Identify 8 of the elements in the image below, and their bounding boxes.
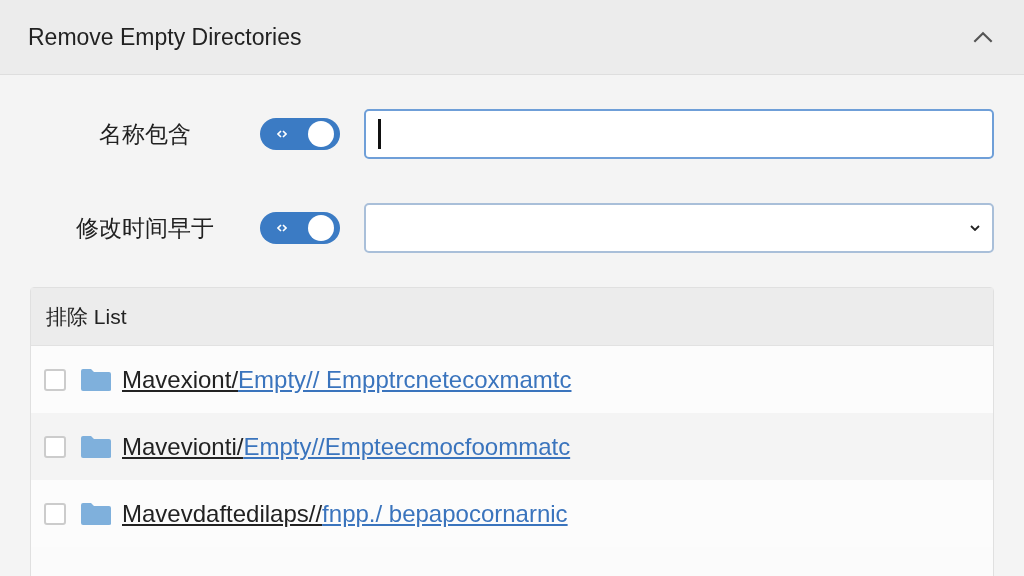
- filter-label: 修改时间早于: [75, 213, 215, 243]
- filter-label: 名称包含: [98, 119, 192, 149]
- path-link[interactable]: fnpp./ bepapocornarnic: [322, 499, 568, 527]
- panel-title: Remove Empty Directories: [28, 23, 302, 51]
- path-link[interactable]: Empty//Empteecmocfoommatc: [243, 432, 571, 460]
- list-title: 排除 List: [46, 303, 127, 330]
- path-link[interactable]: Empty// Empptrcnetecoxmamtc: [238, 365, 572, 393]
- path-prefix: Mavevdaftedilaps//: [122, 499, 323, 527]
